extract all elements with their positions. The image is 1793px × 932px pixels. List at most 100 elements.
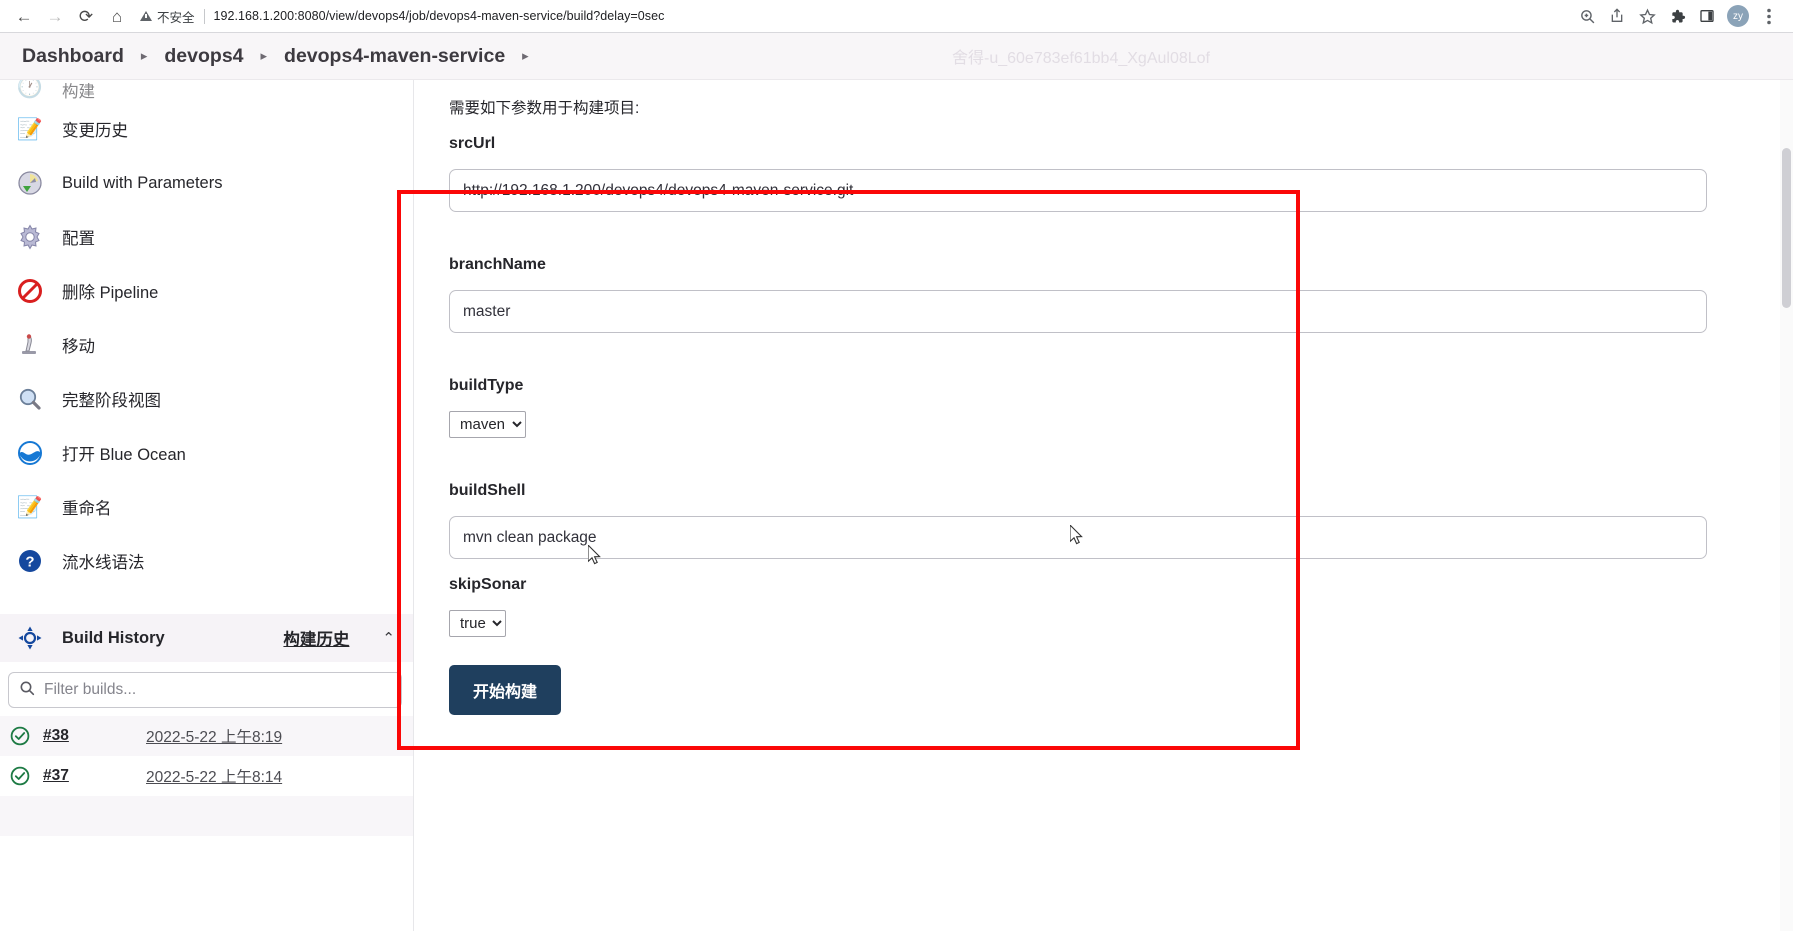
sidebar-item-full-stage-view[interactable]: 完整阶段视图 <box>0 372 413 426</box>
address-bar[interactable]: 不安全 192.168.1.200:8080/view/devops4/job/… <box>140 3 1565 29</box>
parameter-label: buildShell <box>449 482 526 499</box>
srcurl-input[interactable] <box>449 169 1707 212</box>
build-number[interactable]: #38 <box>43 727 91 745</box>
notepad-pencil-icon: 📝 <box>16 495 44 519</box>
bookmark-star-icon[interactable] <box>1633 2 1661 30</box>
sidebar: 🕐 构建 📝 变更历史 Build with Parameters 配置 删除 … <box>0 80 414 931</box>
page-body: 🕐 构建 📝 变更历史 Build with Parameters 配置 删除 … <box>0 80 1793 931</box>
search-icon <box>19 680 35 701</box>
parameter-label: buildType <box>449 377 524 394</box>
skipsonar-select[interactable]: true <box>449 610 506 637</box>
question-help-icon: ? <box>15 546 45 576</box>
sidebar-item-label: 配置 <box>62 230 95 248</box>
share-icon[interactable] <box>1603 2 1631 30</box>
zoom-icon[interactable] <box>1573 2 1601 30</box>
sidebar-item-label: 移动 <box>62 338 95 356</box>
sidebar-item-delete-pipeline[interactable]: 删除 Pipeline <box>0 264 413 318</box>
parameter-skipsonar: skipSonar true <box>449 576 1793 637</box>
parameters-intro-text: 需要如下参数用于构建项目: <box>449 100 640 117</box>
build-params-icon <box>15 168 45 198</box>
sidebar-item-move[interactable]: 移动 <box>0 318 413 372</box>
build-date[interactable]: 2022-5-22 上午8:14 <box>146 765 282 787</box>
sidebar-item-label: 构建 <box>62 83 95 101</box>
gear-icon <box>15 222 45 252</box>
buildtype-select[interactable]: maven <box>449 411 526 438</box>
sidebar-item-label: 打开 Blue Ocean <box>62 446 186 464</box>
breadcrumb-separator-icon: ▸ <box>522 48 529 63</box>
vertical-scrollbar[interactable] <box>1780 80 1793 931</box>
clock-icon: 🕐 <box>16 80 44 99</box>
notepad-pencil-icon: 📝 <box>16 117 44 141</box>
browser-toolbar: ← → ⟳ ⌂ 不安全 192.168.1.200:8080/view/devo… <box>0 0 1793 32</box>
navigation-buttons: ← → ⟳ ⌂ <box>10 2 131 30</box>
success-check-icon <box>10 766 30 786</box>
build-history-link[interactable]: 构建历史 <box>283 626 349 650</box>
chevron-up-icon[interactable]: ⌃ <box>382 629 395 647</box>
build-history-header[interactable]: Build History 构建历史 ⌃ <box>0 614 413 662</box>
reload-icon[interactable]: ⟳ <box>72 2 100 30</box>
sidebar-item-configure[interactable]: 配置 <box>0 210 413 264</box>
sidebar-item-pipeline-syntax[interactable]: ? 流水线语法 <box>0 534 413 588</box>
sidebar-item-rename[interactable]: 📝 重命名 <box>0 480 413 534</box>
home-icon[interactable]: ⌂ <box>103 2 131 30</box>
avatar[interactable]: zy <box>1727 5 1749 27</box>
sidebar-item-change-history[interactable]: 📝 变更历史 <box>0 102 413 156</box>
parameter-srcurl: srcUrl <box>449 135 1793 212</box>
filter-builds-input[interactable] <box>44 681 391 699</box>
three-dot-menu-icon[interactable] <box>1755 2 1783 30</box>
build-row[interactable]: #38 2022-5-22 上午8:19 <box>0 716 413 756</box>
breadcrumb-separator-icon: ▸ <box>260 48 268 63</box>
build-number[interactable]: #37 <box>43 767 91 785</box>
sidebar-item-label: 重命名 <box>62 500 112 518</box>
sidebar-item-label: 变更历史 <box>62 122 128 140</box>
sidebar-menu: 🕐 构建 📝 变更历史 Build with Parameters 配置 删除 … <box>0 80 413 588</box>
watermark-text: 舍得-u_60e783ef61bb4_XgAul08Lof <box>952 50 1210 67</box>
sidebar-item-label: Build with Parameters <box>62 173 223 192</box>
scrollbar-thumb[interactable] <box>1782 148 1791 308</box>
breadcrumb-separator-icon: ▸ <box>140 48 148 63</box>
parameter-branchname: branchName <box>449 256 1793 333</box>
warning-triangle-icon <box>140 11 152 21</box>
svg-text:?: ? <box>25 554 34 571</box>
sidebar-item-open-blue-ocean[interactable]: 打开 Blue Ocean <box>0 426 413 480</box>
build-history-icon <box>15 623 45 653</box>
build-date[interactable]: 2022-5-22 上午8:19 <box>146 725 282 747</box>
side-panel-icon[interactable] <box>1693 2 1721 30</box>
jenkins-header: Dashboard ▸ devops4 ▸ devops4-maven-serv… <box>0 33 1793 80</box>
parameter-buildtype: buildType maven <box>449 377 1793 438</box>
filter-builds-box[interactable] <box>8 672 402 708</box>
sidebar-item-build-with-parameters[interactable]: Build with Parameters <box>0 156 413 210</box>
extensions-puzzle-icon[interactable] <box>1663 2 1691 30</box>
start-build-button[interactable]: 开始构建 <box>449 665 562 715</box>
buildshell-input[interactable] <box>449 516 1707 559</box>
security-label: 不安全 <box>157 10 195 25</box>
branchname-input[interactable] <box>449 290 1707 333</box>
move-icon <box>15 330 45 360</box>
forward-arrow-icon[interactable]: → <box>41 2 69 30</box>
sidebar-item-label: 删除 Pipeline <box>62 284 159 302</box>
blue-ocean-icon <box>15 438 45 468</box>
breadcrumb-dashboard[interactable]: Dashboard <box>22 45 124 68</box>
build-row[interactable]: #37 2022-5-22 上午8:14 <box>0 756 413 796</box>
browser-tool-icons: zy <box>1573 2 1783 30</box>
sidebar-item-label: 完整阶段视图 <box>62 392 161 410</box>
filter-builds-wrapper <box>0 662 413 716</box>
success-check-icon <box>10 726 30 746</box>
breadcrumb-devops4[interactable]: devops4 <box>164 45 243 68</box>
security-indicator[interactable]: 不安全 <box>140 7 195 26</box>
back-arrow-icon[interactable]: ← <box>10 2 38 30</box>
parameter-label: srcUrl <box>449 135 496 152</box>
breadcrumb: Dashboard ▸ devops4 ▸ devops4-maven-serv… <box>22 45 546 68</box>
delete-forbidden-icon <box>15 276 45 306</box>
url-text: 192.168.1.200:8080/view/devops4/job/devo… <box>213 9 665 23</box>
breadcrumb-job[interactable]: devops4-maven-service <box>284 45 505 68</box>
parameter-label: skipSonar <box>449 576 527 593</box>
build-row-partial[interactable] <box>0 796 413 836</box>
parameter-buildshell: buildShell <box>449 482 1793 559</box>
sidebar-item-clipped[interactable]: 🕐 构建 <box>0 80 413 102</box>
magnifier-icon <box>15 384 45 414</box>
